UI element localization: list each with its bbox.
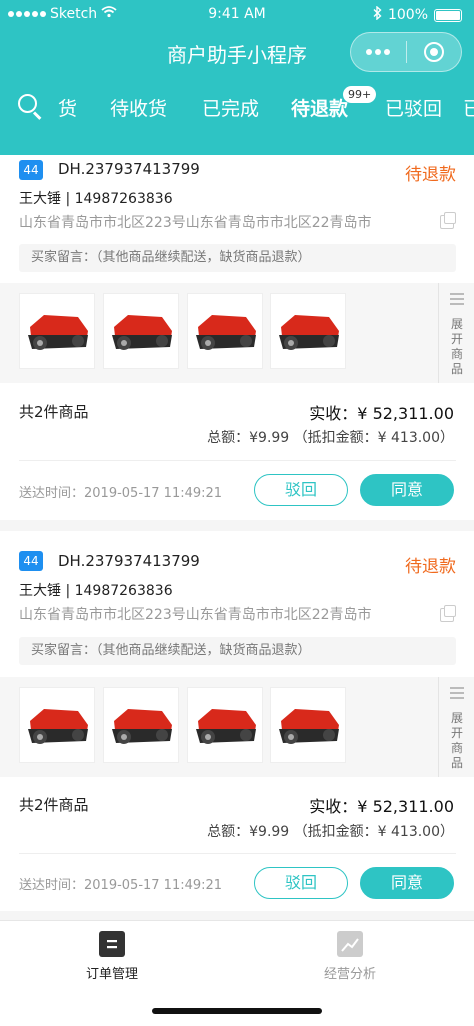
delivery-address: 山东省青岛市市北区223号山东省青岛市市北区22青岛市	[19, 607, 372, 623]
item-count: 共2件商品	[19, 403, 89, 421]
expand-label: 展开商品	[450, 711, 463, 770]
card-divider	[19, 460, 456, 461]
reject-button[interactable]: 驳回	[254, 474, 348, 506]
product-image[interactable]	[187, 687, 263, 763]
product-image[interactable]	[187, 293, 263, 369]
tab-partial-right[interactable]: 已	[463, 94, 474, 121]
order-card: 44 DH.237937413799 待退款 王大锤 | 14987263836…	[0, 155, 474, 520]
order-card: 44 DH.237937413799 待退款 王大锤 | 14987263836…	[0, 531, 474, 911]
total-amount: 总额：¥9.99 （抵扣金额：¥ 413.00）	[207, 824, 454, 840]
product-image[interactable]	[19, 687, 95, 763]
approve-button[interactable]: 同意	[360, 867, 454, 899]
reject-button[interactable]: 驳回	[254, 867, 348, 899]
product-image[interactable]	[270, 293, 346, 369]
bluetooth-icon	[373, 5, 382, 24]
item-count: 共2件商品	[19, 796, 89, 814]
product-image[interactable]	[103, 293, 179, 369]
title-bar: 商户助手小程序	[0, 30, 474, 76]
home-indicator	[152, 1008, 322, 1014]
tabbar-label-orders: 订单管理	[85, 967, 138, 982]
list-icon	[450, 293, 464, 305]
order-status: 待退款	[405, 557, 456, 577]
paid-amount: 实收：¥ 52,311.00	[309, 404, 454, 423]
order-status: 待退款	[405, 165, 456, 185]
status-bar: Sketch 9:41 AM 100%	[0, 5, 474, 24]
copy-icon[interactable]	[440, 605, 456, 622]
buyer-memo: 买家留言：（其他商品继续配送，缺货商品退款）	[19, 637, 456, 665]
battery-label: 100%	[387, 7, 428, 23]
buyer-info: 王大锤 | 14987263836	[19, 191, 173, 207]
order-icon	[99, 931, 125, 957]
tab-pending-refund[interactable]: 待退款	[291, 94, 348, 121]
delivery-time: 送达时间：2019-05-17 11:49:21	[19, 878, 223, 893]
tab-count-badge: 99+	[343, 86, 377, 103]
status-tabs: 货 待收货 已完成 待退款 99+ 已驳回 已	[0, 84, 474, 130]
search-icon[interactable]	[18, 94, 42, 120]
miniprogram-capsule	[350, 32, 462, 72]
approve-button[interactable]: 同意	[360, 474, 454, 506]
order-tag: 44	[19, 160, 43, 180]
tab-to-receive[interactable]: 待收货	[110, 94, 167, 121]
product-thumbnails: 展开商品	[0, 283, 474, 383]
tabbar-item-orders[interactable]: 订单管理	[52, 931, 172, 982]
chart-icon	[337, 931, 363, 957]
copy-icon[interactable]	[440, 212, 456, 229]
product-image[interactable]	[103, 687, 179, 763]
buyer-info: 王大锤 | 14987263836	[19, 583, 173, 599]
more-menu-button[interactable]	[351, 49, 406, 55]
tab-partial-left[interactable]: 货	[58, 94, 77, 121]
card-divider	[19, 853, 456, 854]
tab-rejected[interactable]: 已驳回	[385, 94, 442, 121]
order-number: DH.237937413799	[58, 552, 200, 570]
close-miniprogram-button[interactable]	[406, 42, 461, 62]
list-icon	[450, 687, 464, 699]
order-number: DH.237937413799	[58, 160, 200, 178]
paid-amount: 实收：¥ 52,311.00	[309, 797, 454, 816]
expand-products-button[interactable]: 展开商品	[438, 283, 474, 383]
expand-products-button[interactable]: 展开商品	[438, 677, 474, 777]
product-thumbnails: 展开商品	[0, 677, 474, 777]
delivery-time: 送达时间：2019-05-17 11:49:21	[19, 486, 223, 501]
total-amount: 总额：¥9.99 （抵扣金额：¥ 413.00）	[207, 430, 454, 446]
delivery-address: 山东省青岛市市北区223号山东省青岛市市北区22青岛市	[19, 215, 372, 231]
buyer-memo: 买家留言：（其他商品继续配送，缺货商品退款）	[19, 244, 456, 272]
order-tag: 44	[19, 551, 43, 571]
tab-completed[interactable]: 已完成	[202, 94, 259, 121]
product-image[interactable]	[270, 687, 346, 763]
app-header: Sketch 9:41 AM 100% 商户助手小程序 货 待收货 已完成 待退…	[0, 0, 474, 168]
tabbar-item-analytics[interactable]: 经营分析	[290, 931, 410, 982]
product-image[interactable]	[19, 293, 95, 369]
battery-icon	[434, 8, 462, 22]
tabbar-label-analytics: 经营分析	[323, 967, 376, 982]
target-icon	[423, 42, 444, 62]
expand-label: 展开商品	[450, 317, 463, 376]
